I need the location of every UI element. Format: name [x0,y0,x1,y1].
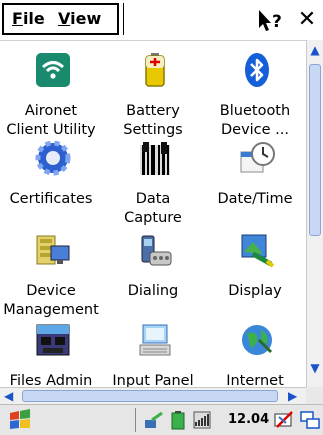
files-admin-icon [36,324,70,356]
scroll-down-icon[interactable]: ▼ [307,358,323,378]
menu-bar: File View ? ✕ [0,0,323,41]
vertical-scroll-thumb[interactable] [309,64,321,236]
item-label: Files Admin [9,373,93,387]
control-panel-grid: Aironet Client Utility Battery Settings Bl… [0,40,306,387]
item-label: Device Management [3,283,99,318]
item-label: Battery Settings [123,103,183,138]
item-files-admin[interactable]: Files Admin [0,320,102,387]
item-label: Dialing [127,283,179,299]
certificates-icon [35,140,71,176]
task-switcher-icon[interactable] [300,410,320,430]
close-icon: ✕ [297,7,317,32]
dialing-icon [141,235,172,266]
bluetooth-icon [245,53,269,87]
data-capture-icon [140,142,170,175]
scrollbar-corner [306,387,323,404]
menu-divider [123,3,124,35]
start-button[interactable] [8,409,32,431]
scroll-up-icon[interactable]: ▲ [307,40,323,60]
item-internet[interactable]: Internet [204,320,306,387]
connectivity-icon[interactable] [144,410,164,430]
signal-bars-icon[interactable] [192,410,212,430]
horizontal-scroll-thumb[interactable] [22,390,278,402]
date-time-icon [240,142,275,173]
horizontal-scrollbar[interactable]: ◀ ▶ [0,387,306,404]
menu-file[interactable]: File [12,9,45,29]
battery-status-icon[interactable] [168,410,188,430]
item-label: Date/Time [217,191,293,207]
device-management-icon [36,235,70,265]
item-input-panel[interactable]: Input Panel [102,320,204,387]
item-label: Input Panel [112,373,194,387]
input-panel-icon [139,324,171,356]
display-icon [241,234,275,268]
item-label: Display [228,283,282,299]
svg-text:?: ? [272,12,282,32]
item-label: Bluetooth Device ... [219,103,291,138]
windows-flag-icon [10,409,30,429]
tray-divider [135,408,136,432]
item-label: Aironet Client Utility [6,103,96,138]
menu-view[interactable]: View [58,9,101,29]
item-label: Internet [226,373,284,387]
taskbar: 12.04 [0,404,323,435]
scroll-right-icon[interactable]: ▶ [288,388,302,404]
help-button[interactable]: ? [255,6,285,34]
help-arrow-icon: ? [259,10,282,32]
item-label: Data Capture [124,191,182,226]
menu-group: File View [2,3,119,35]
clock[interactable]: 12.04 [228,411,269,429]
scroll-left-icon[interactable]: ◀ [4,388,18,404]
close-button[interactable]: ✕ [294,6,320,34]
speaker-muted-icon[interactable] [274,410,294,430]
vertical-scrollbar[interactable]: ▲ ▼ [306,40,323,387]
aironet-wifi-icon [36,53,70,87]
battery-icon [145,53,165,87]
internet-icon [242,325,273,355]
item-label: Certificates [9,191,93,207]
